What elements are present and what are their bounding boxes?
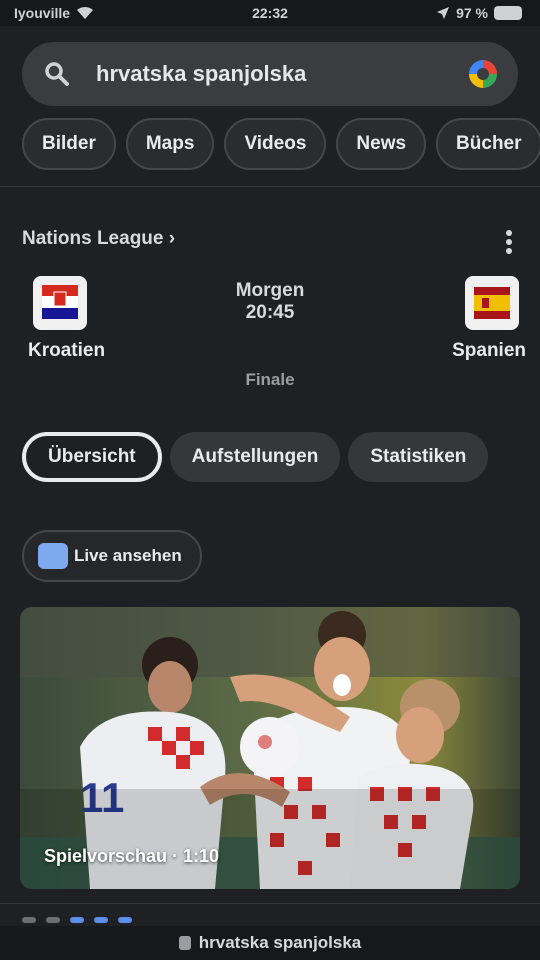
page-dot-active: [94, 917, 108, 923]
page-dot: [22, 917, 36, 923]
location-icon: [437, 7, 450, 19]
match-date: Morgen: [235, 280, 305, 301]
search-icon[interactable]: [40, 57, 74, 91]
status-right: 97 %: [436, 5, 522, 21]
url-bar[interactable]: hrvatska spanjolska: [0, 926, 540, 960]
battery-percent: 97 %: [456, 5, 488, 21]
tab-lineups[interactable]: Aufstellungen: [169, 432, 341, 482]
video-caption: Spielvorschau · 1:10: [44, 846, 220, 866]
home-team-name: Kroatien: [28, 340, 106, 361]
league-link[interactable]: Nations League ›: [22, 228, 175, 250]
away-team-name: Spanien: [452, 340, 526, 361]
divider: [0, 186, 540, 187]
more-options-icon[interactable]: [504, 230, 514, 254]
filter-chips: Bilder Maps Videos News Bücher: [22, 118, 540, 170]
page-dot-active: [70, 917, 84, 923]
filter-chip-news[interactable]: News: [336, 118, 427, 170]
match-time: 20:45: [245, 302, 295, 323]
search-results-page: Iyouville 22:32 97 % hrvatska spanjolska…: [0, 0, 540, 960]
match-stage: Finale: [245, 370, 295, 389]
page-dot-active: [118, 917, 132, 923]
watch-live-label: Live ansehen: [74, 546, 182, 565]
status-bar: Iyouville 22:32 97 %: [0, 0, 540, 26]
battery-icon: [494, 6, 522, 20]
match-tabs: Übersicht Aufstellungen Statistiken: [22, 432, 489, 482]
page-indicator: [22, 917, 132, 923]
tv-icon: [38, 543, 68, 569]
match-datetime: Morgen 20:45: [0, 280, 540, 324]
filter-chip-books[interactable]: Bücher: [436, 118, 540, 170]
watch-live-button[interactable]: Live ansehen: [22, 530, 202, 582]
wifi-icon: [77, 6, 94, 19]
url-text: hrvatska spanjolska: [198, 933, 362, 952]
status-left: Iyouville: [14, 5, 94, 21]
filter-chip-videos[interactable]: Videos: [224, 118, 327, 170]
google-lens-icon[interactable]: [466, 57, 500, 91]
divider: [0, 903, 540, 904]
tab-overview[interactable]: Übersicht: [22, 432, 162, 482]
search-bar[interactable]: hrvatska spanjolska: [22, 42, 518, 106]
page-dot: [46, 917, 60, 923]
lock-icon: [178, 936, 191, 950]
filter-chip-images[interactable]: Bilder: [22, 118, 116, 170]
tab-statistics[interactable]: Statistiken: [348, 432, 489, 482]
carrier-label: Iyouville: [14, 5, 71, 21]
highlight-video[interactable]: 11 Spielvorschau · 1:10: [20, 607, 520, 889]
filter-chip-maps[interactable]: Maps: [125, 118, 215, 170]
search-query[interactable]: hrvatska spanjolska: [96, 61, 466, 87]
